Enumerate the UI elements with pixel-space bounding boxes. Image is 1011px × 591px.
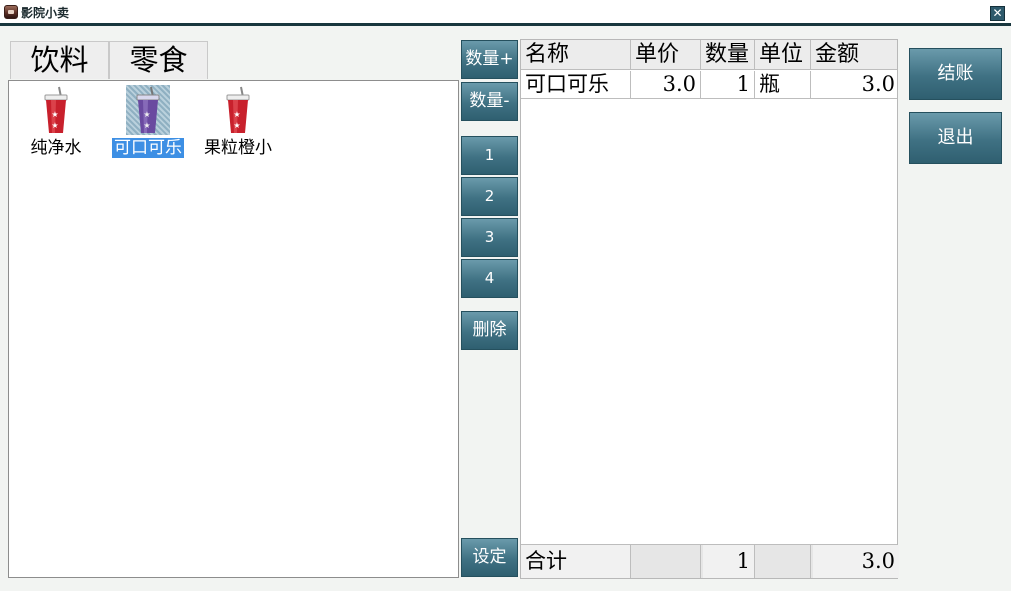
row-price: 3.0 <box>631 71 701 98</box>
svg-text:★: ★ <box>233 121 240 130</box>
window-title: 影院小卖 <box>21 6 70 20</box>
column-header-price: 单价 <box>631 40 701 69</box>
product-name: 纯净水 <box>30 138 82 158</box>
order-grid: 名称 单价 数量 单位 金额 可口可乐 3.0 1 瓶 3.0 合计 1 3.0 <box>520 39 899 579</box>
svg-text:★: ★ <box>233 110 240 119</box>
product-name: 可口可乐 <box>112 138 184 158</box>
exit-button[interactable]: 退出 <box>909 112 1002 164</box>
total-amount: 3.0 <box>813 545 899 578</box>
close-button[interactable]: ✕ <box>990 6 1005 21</box>
number-3-button[interactable]: 3 <box>461 218 518 257</box>
row-unit: 瓶 <box>755 71 811 98</box>
drink-cup-icon: ★ ★ <box>34 85 78 135</box>
column-header-unit: 单位 <box>755 40 811 69</box>
column-header-qty: 数量 <box>701 40 755 69</box>
product-item-orange-juice[interactable]: ★ ★ 果粒橙小 <box>193 85 283 161</box>
order-total-row: 合计 1 3.0 <box>521 544 899 578</box>
product-item-water[interactable]: ★ ★ 纯净水 <box>11 85 101 161</box>
total-unit-empty <box>755 545 811 578</box>
product-item-cola[interactable]: ★ ★ 可口可乐 <box>103 85 193 161</box>
svg-text:★: ★ <box>143 121 150 130</box>
row-amount: 3.0 <box>861 72 895 96</box>
qty-plus-button[interactable]: 数量+ <box>461 40 518 79</box>
tab-drinks[interactable]: 饮料 <box>10 41 109 79</box>
table-row[interactable]: 可口可乐 3.0 1 瓶 3.0 <box>521 71 897 99</box>
qty-minus-button[interactable]: 数量- <box>461 82 518 121</box>
drink-cup-icon: ★ ★ <box>126 85 170 135</box>
tab-snacks[interactable]: 零食 <box>109 41 208 79</box>
column-header-amount: 金额 <box>815 42 860 67</box>
title-bar: 影院小卖 ✕ <box>0 0 1011 26</box>
order-grid-header: 名称 单价 数量 单位 金额 <box>521 40 897 70</box>
drink-cup-icon: ★ ★ <box>216 85 260 135</box>
total-qty: 1 <box>703 545 755 578</box>
svg-text:★: ★ <box>143 110 150 119</box>
total-price-empty <box>631 545 701 578</box>
svg-text:★: ★ <box>51 110 58 119</box>
total-label: 合计 <box>521 545 631 578</box>
product-name: 果粒橙小 <box>204 138 272 158</box>
checkout-button[interactable]: 结账 <box>909 48 1002 100</box>
app-icon <box>4 5 18 19</box>
column-header-name: 名称 <box>521 40 631 69</box>
row-name: 可口可乐 <box>521 71 631 98</box>
delete-button[interactable]: 删除 <box>461 311 518 350</box>
row-qty: 1 <box>701 71 755 98</box>
svg-text:★: ★ <box>51 121 58 130</box>
product-panel: ★ ★ 纯净水 ★ ★ 可口可乐 ★ ★ 果粒橙小 <box>8 80 459 578</box>
settings-button[interactable]: 设定 <box>461 538 518 577</box>
number-2-button[interactable]: 2 <box>461 177 518 216</box>
number-4-button[interactable]: 4 <box>461 259 518 298</box>
number-1-button[interactable]: 1 <box>461 136 518 175</box>
